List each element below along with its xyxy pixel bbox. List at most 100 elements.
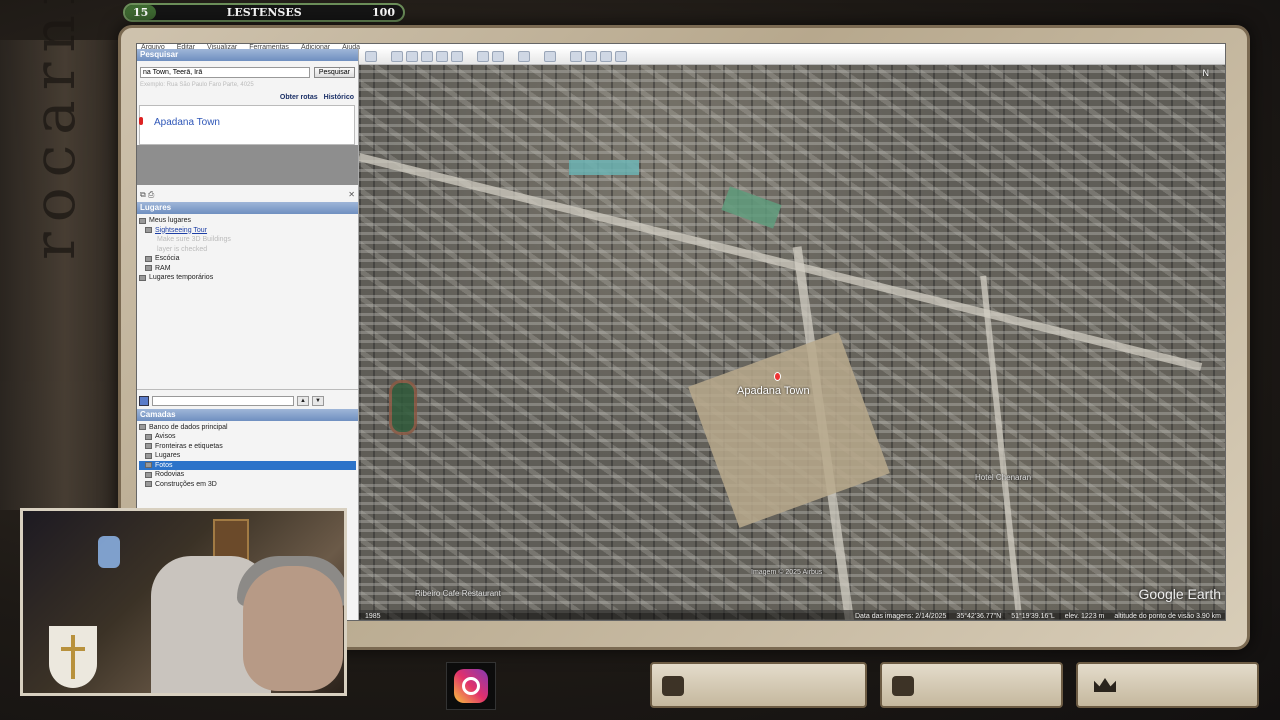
satellite-map[interactable]: N Apadana Town Hotel Chenaran Ribeiro Ca… xyxy=(359,65,1225,620)
search-section-header[interactable]: Pesquisar xyxy=(137,49,358,61)
checkbox-icon[interactable] xyxy=(145,433,152,440)
layer-main-database[interactable]: Banco de dados principal xyxy=(139,423,356,433)
checkbox-icon[interactable] xyxy=(145,443,152,450)
result-gray-area xyxy=(137,145,358,185)
lantern-image xyxy=(98,536,120,568)
places-mini-toolbar: ⧉ ⎙ ✕ xyxy=(137,185,358,202)
longitude: 51°19'39.16"L xyxy=(1011,612,1055,620)
avenue-road xyxy=(980,275,1024,620)
layers-tree: Banco de dados principal Avisos Fronteir… xyxy=(137,421,358,490)
layer-label: Fotos xyxy=(155,461,173,469)
history-link[interactable]: Histórico xyxy=(324,94,354,101)
arrow-up-icon[interactable]: ▲ xyxy=(297,395,309,406)
map-toolbar xyxy=(359,49,1225,65)
instagram-icon[interactable] xyxy=(446,662,496,710)
map-bottom-label[interactable]: Ribeiro Cafe Restaurant xyxy=(415,589,501,598)
tree-item-note: Make sure 3D Buildings xyxy=(139,235,356,245)
checkbox-icon[interactable] xyxy=(145,481,152,488)
sidebar-toggle-icon[interactable] xyxy=(365,51,377,62)
timeline-year[interactable]: 1985 xyxy=(365,613,381,620)
layer-photos[interactable]: Fotos xyxy=(139,460,356,470)
checkbox-icon[interactable] xyxy=(145,462,152,469)
map-pin-icon[interactable] xyxy=(774,372,781,381)
tree-item-note: layer is checked xyxy=(139,245,356,255)
copy-icon[interactable]: ⧉ ⎙ xyxy=(140,190,154,200)
ruler-icon[interactable] xyxy=(544,51,556,62)
folder-icon xyxy=(139,274,146,281)
search-hint: Exemplo: Rua São Paulo Faro Parte, 4025 xyxy=(140,82,254,88)
level-badge: 15 xyxy=(125,5,157,20)
map-status-bar: 1985 Data das imagens: 2/14/2025 35°42'3… xyxy=(359,610,1225,620)
eye-altitude: altitude do ponto de visão 3.90 km xyxy=(1114,612,1221,620)
tree-item-scotland[interactable]: Escócia xyxy=(139,254,356,264)
map-place-label[interactable]: Apadana Town xyxy=(737,385,810,397)
close-panel-icon[interactable]: ✕ xyxy=(348,190,355,200)
stadium-track xyxy=(389,380,417,435)
save-image-icon[interactable] xyxy=(600,51,612,62)
folder-icon xyxy=(139,217,146,224)
search-row: Pesquisar xyxy=(137,61,358,80)
checkbox-icon[interactable] xyxy=(145,471,152,478)
tree-item-label: RAM xyxy=(155,264,171,272)
tour-icon[interactable] xyxy=(451,51,463,62)
layer-3d-buildings[interactable]: Construções em 3D xyxy=(139,480,356,490)
path-icon[interactable] xyxy=(421,51,433,62)
layer-label: Banco de dados principal xyxy=(149,423,228,431)
crown-icon xyxy=(1094,678,1116,692)
layer-search-row: ▲ ▼ xyxy=(137,388,358,409)
tree-item-label: Lugares temporários xyxy=(149,274,214,281)
folder-icon xyxy=(145,227,152,234)
overlay-icon[interactable] xyxy=(436,51,448,62)
google-earth-logo: Google Earth xyxy=(1138,586,1222,602)
stream-status-bar: 15 LESTENSES 100 xyxy=(123,3,405,22)
view-in-maps-icon[interactable] xyxy=(615,51,627,62)
get-directions-link[interactable]: Obter rotas xyxy=(280,94,318,101)
compass-icon[interactable]: N xyxy=(1203,68,1210,78)
placemark-icon[interactable] xyxy=(391,51,403,62)
person-face-image xyxy=(243,566,343,691)
tree-item-label: Sightseeing Tour xyxy=(155,226,208,234)
search-input[interactable] xyxy=(140,67,310,78)
webcam-overlay xyxy=(20,508,347,696)
tree-item-ram[interactable]: RAM xyxy=(139,264,356,274)
status-bar-name: LESTENSES xyxy=(226,6,302,19)
crown-panel[interactable] xyxy=(1076,662,1259,708)
layer-borders-labels[interactable]: Fronteiras e etiquetas xyxy=(139,442,356,452)
map-book-icon xyxy=(892,676,914,696)
green-roof-building xyxy=(721,186,782,229)
checkbox-icon[interactable] xyxy=(145,452,152,459)
imagery-copyright: Imagem © 2025 Airbus xyxy=(751,569,823,576)
elevation: elev. 1223 m xyxy=(1064,612,1105,620)
polygon-icon[interactable] xyxy=(406,51,418,62)
email-icon[interactable] xyxy=(570,51,582,62)
tree-item-my-places[interactable]: Meus lugares xyxy=(139,216,356,226)
map-secondary-label[interactable]: Hotel Chenaran xyxy=(975,473,1031,482)
map-book-panel[interactable] xyxy=(880,662,1063,708)
tree-item-label: layer is checked xyxy=(157,245,208,253)
layer-warnings[interactable]: Avisos xyxy=(139,432,356,442)
open-land-area xyxy=(688,332,890,528)
layer-view-icon[interactable] xyxy=(139,395,149,406)
tree-item-sightseeing-tour[interactable]: Sightseeing Tour xyxy=(139,226,356,236)
imagery-date: Data das imagens: 2/14/2025 xyxy=(854,612,947,620)
layer-search-input[interactable] xyxy=(152,395,294,406)
search-result[interactable]: Apadana Town xyxy=(139,105,355,145)
search-button[interactable]: Pesquisar xyxy=(313,67,355,78)
layers-section-header[interactable]: Camadas xyxy=(137,408,358,421)
tree-item-label: Meus lugares xyxy=(149,217,192,224)
arrow-down-icon[interactable]: ▼ xyxy=(312,395,324,406)
places-section-header[interactable]: Lugares xyxy=(137,202,358,214)
database-icon xyxy=(139,424,146,431)
coins-panel[interactable] xyxy=(650,662,867,708)
tree-item-temporary-places[interactable]: Lugares temporários xyxy=(139,273,356,283)
planets-icon[interactable] xyxy=(518,51,530,62)
folder-icon xyxy=(145,255,152,262)
sunlight-icon[interactable] xyxy=(492,51,504,62)
historical-imagery-icon[interactable] xyxy=(477,51,489,62)
print-icon[interactable] xyxy=(585,51,597,62)
layer-roads[interactable]: Rodovias xyxy=(139,470,356,480)
side-parchment-decoration: rocarni xyxy=(0,0,130,510)
layer-places[interactable]: Lugares xyxy=(139,451,356,461)
status-right: Data das imagens: 2/14/2025 35°42'36.77"… xyxy=(854,612,1225,620)
result-title[interactable]: Apadana Town xyxy=(154,117,220,128)
